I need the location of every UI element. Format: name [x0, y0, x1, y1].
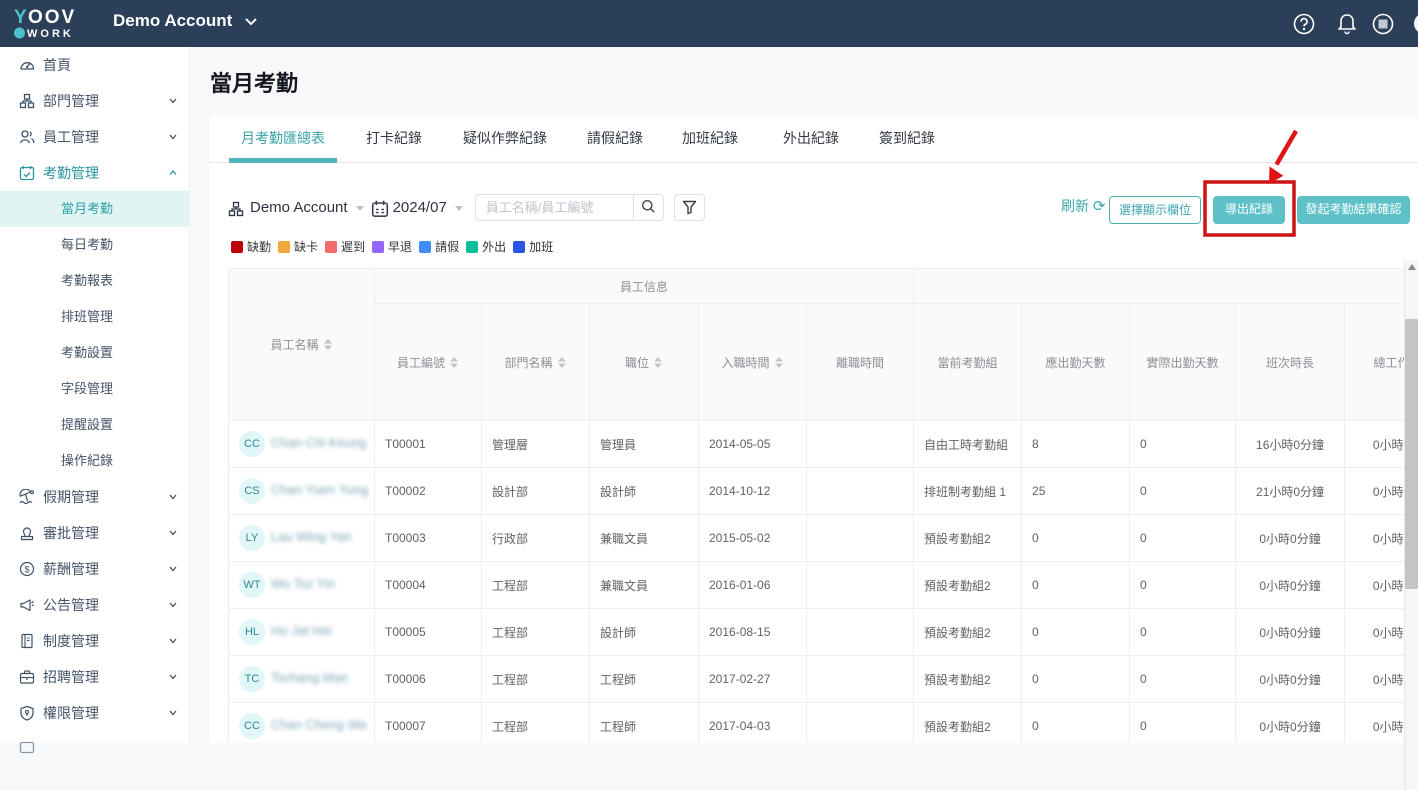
svg-text:OOV: OOV	[28, 7, 76, 28]
svg-text:Y: Y	[14, 7, 27, 28]
svg-text:WORK: WORK	[27, 28, 74, 40]
svg-text:$: $	[24, 564, 29, 574]
